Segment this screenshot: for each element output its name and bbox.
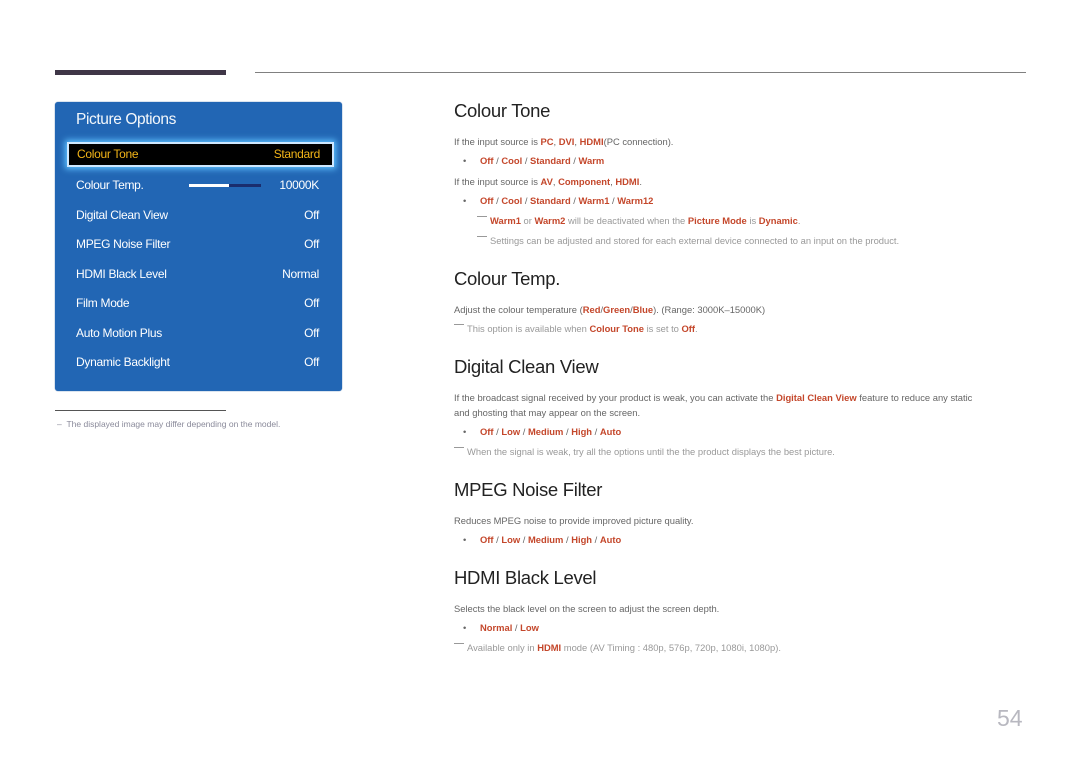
hdmi-black-level-description: Selects the black level on the screen to… <box>454 603 720 614</box>
section-title-digital-clean-view: Digital Clean View <box>454 356 599 377</box>
menu-item-label: Dynamic Backlight <box>76 355 170 369</box>
menu-item-value: Normal <box>282 267 319 281</box>
menu-item-colour-temp[interactable]: Colour Temp. 10000K <box>66 173 333 197</box>
section-title-mpeg-noise-filter: MPEG Noise Filter <box>454 479 603 500</box>
slider-fill <box>189 184 229 187</box>
menu-item-value: 10000K <box>279 178 319 192</box>
menu-item-colour-tone[interactable]: Colour Tone Standard <box>67 142 334 167</box>
menu-item-label: Auto Motion Plus <box>76 326 162 340</box>
menu-item-dynamic-backlight[interactable]: Dynamic Backlight Off <box>66 350 333 374</box>
menu-item-value: Off <box>304 237 319 251</box>
menu-item-value: Off <box>304 355 319 369</box>
digital-clean-view-description: If the broadcast signal received by your… <box>454 392 973 418</box>
colour-temp-note: This option is available when Colour Ton… <box>454 323 698 334</box>
menu-item-digital-clean-view[interactable]: Digital Clean View Off <box>66 203 333 227</box>
menu-item-mpeg-noise-filter[interactable]: MPEG Noise Filter Off <box>66 232 333 256</box>
header-rule <box>255 72 1026 73</box>
colour-tone-note-settings: Settings can be adjusted and stored for … <box>477 235 899 246</box>
colour-temp-description: Adjust the colour temperature (Red/Green… <box>454 304 766 315</box>
header-accent-bar <box>55 70 226 75</box>
menu-item-label: Film Mode <box>76 296 130 310</box>
menu-item-value: Off <box>304 208 319 222</box>
menu-item-label: Digital Clean View <box>76 208 168 222</box>
mpeg-noise-filter-description: Reduces MPEG noise to provide improved p… <box>454 515 694 526</box>
footnote: – The displayed image may differ dependi… <box>57 419 281 429</box>
colour-tone-options-pc: • Off / Cool / Standard / Warm <box>463 155 605 166</box>
colour-tone-source-pc: If the input source is PC, DVI, HDMI(PC … <box>454 136 674 147</box>
menu-item-film-mode[interactable]: Film Mode Off <box>66 291 333 315</box>
page-number: 54 <box>997 705 1023 731</box>
hdmi-black-level-note: Available only in HDMI mode (AV Timing :… <box>454 642 781 653</box>
menu-item-label: Colour Temp. <box>76 178 144 192</box>
footnote-text: The displayed image may differ depending… <box>66 419 281 429</box>
colour-tone-source-av: If the input source is AV, Component, HD… <box>454 176 642 187</box>
hdmi-black-level-options: • Normal / Low <box>463 622 539 633</box>
section-title-hdmi-black-level: HDMI Black Level <box>454 567 597 588</box>
menu-item-label: HDMI Black Level <box>76 267 167 281</box>
mpeg-noise-filter-options: • Off / Low / Medium / High / Auto <box>463 534 622 545</box>
digital-clean-view-note: When the signal is weak, try all the opt… <box>454 446 835 457</box>
colour-temp-slider[interactable] <box>189 184 261 187</box>
section-title-colour-temp: Colour Temp. <box>454 268 561 289</box>
menu-item-value: Off <box>304 296 319 310</box>
menu-item-label: Colour Tone <box>77 147 139 161</box>
picture-options-menu: Picture Options Colour Tone Standard Col… <box>55 102 342 391</box>
footnote-rule <box>55 410 226 411</box>
menu-title: Picture Options <box>76 111 176 128</box>
menu-item-value: Standard <box>273 147 321 161</box>
menu-item-label: MPEG Noise Filter <box>76 237 171 251</box>
colour-tone-options-av: • Off / Cool / Standard / Warm1 / Warm12 <box>463 195 654 206</box>
colour-tone-note-warm: Warm1 or Warm2 will be deactivated when … <box>477 215 800 226</box>
menu-item-auto-motion-plus[interactable]: Auto Motion Plus Off <box>66 321 333 345</box>
menu-item-value: Off <box>304 326 319 340</box>
menu-item-hdmi-black-level[interactable]: HDMI Black Level Normal <box>66 262 333 286</box>
digital-clean-view-options: • Off / Low / Medium / High / Auto <box>463 426 622 437</box>
section-title-colour-tone: Colour Tone <box>454 100 551 121</box>
